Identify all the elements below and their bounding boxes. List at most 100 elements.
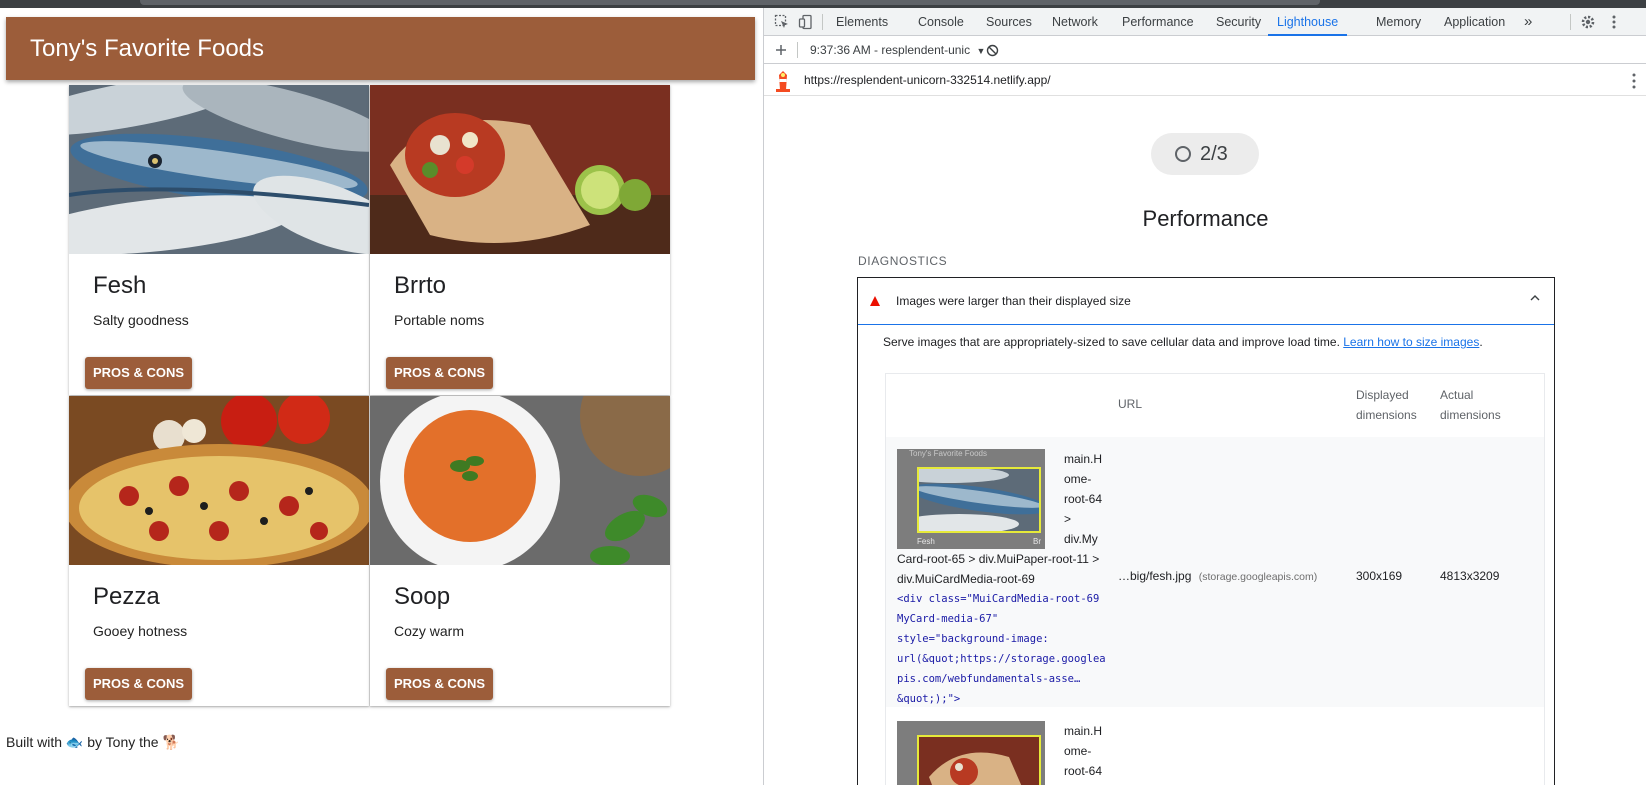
new-report-plus-icon[interactable] [774, 43, 788, 57]
col-header-displayed: Displayed dimensions [1356, 388, 1417, 422]
devtools-tabbar: Elements Console Sources Network Perform… [764, 8, 1646, 36]
card-title: Soop [394, 583, 451, 610]
food-card-soop: Soop Cozy warm PROS & CONS [370, 396, 670, 706]
lighthouse-report: 2/3 Performance DIAGNOSTICS Images were … [764, 96, 1646, 785]
learn-more-link[interactable]: Learn how to size images [1343, 335, 1479, 349]
node-line: div.MuiCardMedia-root-69 [897, 572, 1035, 586]
node-snippet[interactable]: <div class="MuiCardMedia-root-69 MyCard-… [897, 589, 1106, 709]
pros-cons-button[interactable]: PROS & CONS [85, 357, 193, 389]
footer-prefix: Built with [6, 734, 63, 750]
audit-image-sizing: Images were larger than their displayed … [857, 277, 1555, 785]
node-line: root-64 [1064, 492, 1103, 506]
node-path-short: main.H ome- root-64 > div.My [1064, 449, 1102, 549]
lighthouse-toolbar: 9:37:36 AM - resplendent-unic ▼ [764, 36, 1646, 64]
card-media-pizza [69, 396, 369, 565]
pros-cons-button[interactable]: PROS & CONS [386, 357, 494, 389]
fail-triangle-icon [870, 296, 880, 306]
audit-header[interactable]: Images were larger than their displayed … [858, 278, 1554, 325]
report-selector-value: 9:37:36 AM - resplendent-unic [810, 43, 971, 57]
score-gauge[interactable]: 2/3 [1151, 133, 1259, 175]
tab-performance[interactable]: Performance [1122, 8, 1194, 36]
pros-cons-button[interactable]: PROS & CONS [386, 668, 494, 700]
col-header-actual: Actual dimensions [1440, 388, 1501, 422]
gauge-value: 2/3 [1200, 143, 1228, 165]
thumb-caption-top: Tony's Favorite Foods [909, 449, 988, 458]
tab-application[interactable]: Application [1444, 8, 1505, 36]
inspect-element-icon[interactable] [774, 14, 790, 30]
tab-memory[interactable]: Memory [1376, 8, 1421, 36]
node-line: > [1064, 512, 1072, 526]
browser-top-strip [0, 0, 1646, 8]
toolbar-separator [797, 42, 798, 58]
snippet-line: style="background-image: [897, 633, 1049, 645]
pros-cons-button[interactable]: PROS & CONS [85, 668, 193, 700]
node-path-long: Card-root-65 > div.MuiPaper-root-11 > di… [897, 549, 1099, 589]
card-subtitle: Salty goodness [93, 312, 189, 328]
report-url[interactable]: https://resplendent-unicorn-332514.netli… [804, 73, 1051, 87]
food-card-brrto: Brrto Portable noms PROS & CONS [370, 85, 670, 395]
tab-console[interactable]: Console [918, 8, 964, 36]
resource-url[interactable]: …big/fesh.jpg (storage.googleapis.com) [1118, 569, 1317, 583]
element-screenshot-thumbnail[interactable] [897, 721, 1045, 785]
audit-description: Serve images that are appropriately-size… [883, 335, 1483, 349]
table-row: main.H ome- root-64 [886, 709, 1544, 785]
tab-elements[interactable]: Elements [836, 8, 888, 36]
card-media-fish [69, 85, 369, 254]
tab-lighthouse[interactable]: Lighthouse [1268, 8, 1348, 36]
node-line: div.My [1064, 532, 1098, 546]
card-media-burrito [370, 85, 670, 254]
settings-gear-icon[interactable] [1580, 14, 1596, 30]
more-tabs-button[interactable]: » [1524, 8, 1532, 36]
card-title: Pezza [93, 583, 160, 610]
device-toolbar-icon[interactable] [798, 14, 814, 30]
card-subtitle: Gooey hotness [93, 623, 188, 639]
tab-network[interactable]: Network [1052, 8, 1098, 36]
node-line: main.H [1064, 724, 1103, 738]
node-line: ome- [1064, 472, 1092, 486]
thumb-caption-left: Fesh [917, 537, 935, 546]
footer-middle: by Tony the [87, 734, 159, 750]
browser-toolbar [140, 0, 1320, 5]
displayed-dimensions: 300x169 [1356, 569, 1403, 583]
card-title: Brrto [394, 272, 447, 299]
table-row: Tony's Favorite Foods Fesh Br main.H ome… [886, 437, 1544, 707]
app-page: Tony's Favorite Foods Fesh Salty goodnes… [0, 8, 763, 785]
dropdown-arrow-icon: ▼ [976, 46, 986, 56]
clear-reports-icon[interactable] [986, 44, 999, 57]
description-period: . [1479, 335, 1483, 349]
chevron-up-icon[interactable] [1530, 293, 1540, 303]
audit-description-text: Serve images that are appropriately-size… [883, 335, 1340, 349]
app-title: Tony's Favorite Foods [30, 35, 265, 62]
card-subtitle: Portable noms [394, 312, 485, 328]
snippet-line: <div class="MuiCardMedia-root-69 [897, 593, 1100, 605]
thumb-highlight [917, 735, 1041, 785]
thumb-caption-right: Br [1033, 537, 1041, 546]
kebab-menu-icon[interactable] [1606, 14, 1622, 30]
card-title: Fesh [93, 272, 147, 299]
card-subtitle: Cozy warm [394, 623, 465, 639]
tab-separator [1570, 14, 1571, 30]
section-heading: DIAGNOSTICS [858, 254, 948, 268]
tab-sources[interactable]: Sources [986, 8, 1032, 36]
node-line: Card-root-65 > div.MuiPaper-root-11 > [897, 552, 1100, 566]
report-url-bar: https://resplendent-unicorn-332514.netli… [764, 64, 1646, 96]
report-selector[interactable]: 9:37:36 AM - resplendent-unic ▼ [810, 43, 985, 57]
tab-security[interactable]: Security [1216, 8, 1261, 36]
app-bar: Tony's Favorite Foods [6, 17, 755, 80]
node-line: main.H [1064, 452, 1103, 466]
snippet-line: &quot;);"> [897, 693, 961, 705]
category-title: Performance [1142, 206, 1269, 231]
report-menu-icon[interactable] [1632, 73, 1636, 89]
node-path-short: main.H ome- root-64 [1064, 721, 1102, 781]
node-line: root-64 [1064, 764, 1103, 778]
element-screenshot-thumbnail[interactable]: Tony's Favorite Foods Fesh Br [897, 449, 1045, 549]
resource-url-path: …big/fesh.jpg [1118, 569, 1192, 583]
col-header-url: URL [1118, 397, 1143, 411]
lighthouse-logo-icon [776, 71, 790, 92]
snippet-line: MyCard-media-67" [897, 613, 999, 625]
gauge-ring-icon [1175, 146, 1191, 162]
dog-emoji-icon: 🐕 [162, 734, 180, 750]
node-line: ome- [1064, 744, 1092, 758]
food-card-pezza: Pezza Gooey hotness PROS & CONS [69, 396, 369, 706]
resource-url-host: (storage.googleapis.com) [1198, 571, 1318, 583]
